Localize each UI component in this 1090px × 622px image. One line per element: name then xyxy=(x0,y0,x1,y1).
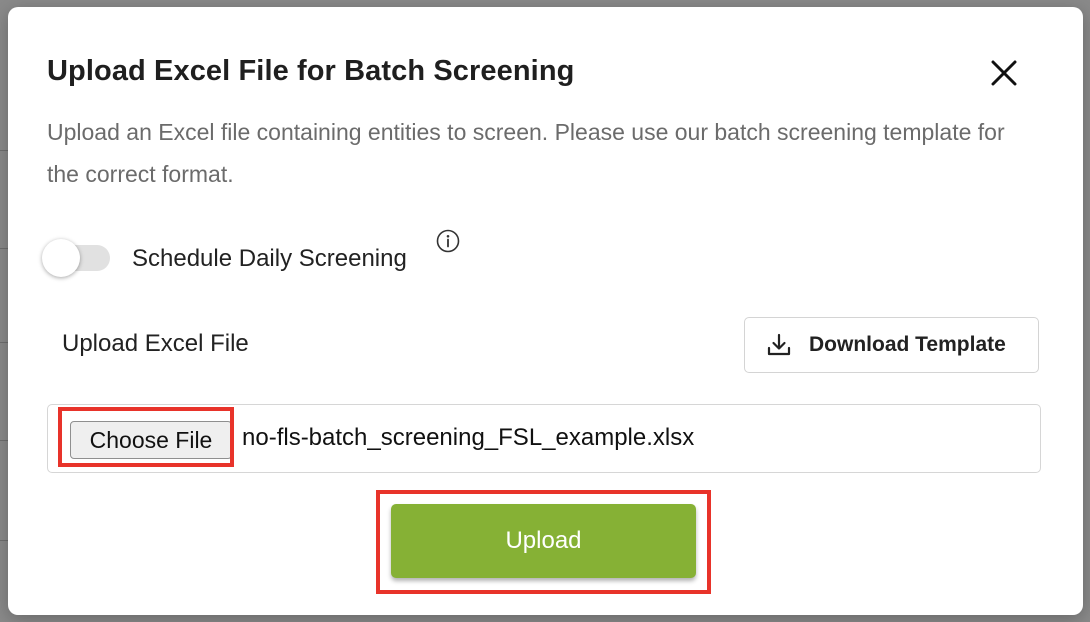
download-template-button[interactable]: Download Template xyxy=(744,317,1039,373)
upload-section-label: Upload Excel File xyxy=(62,330,249,357)
file-input[interactable]: Choose File no-fls-batch_screening_FSL_e… xyxy=(47,404,1041,473)
upload-button[interactable]: Upload xyxy=(391,504,696,578)
choose-file-button[interactable]: Choose File xyxy=(70,421,232,459)
schedule-toggle[interactable] xyxy=(42,239,110,277)
schedule-row: Schedule Daily Screening xyxy=(42,229,524,289)
toggle-knob xyxy=(42,239,80,277)
modal-description: Upload an Excel file containing entities… xyxy=(47,119,1005,187)
download-icon xyxy=(767,333,791,356)
info-icon[interactable] xyxy=(435,228,461,254)
close-button[interactable] xyxy=(986,55,1022,91)
upload-modal: Upload Excel File for Batch Screening Up… xyxy=(8,7,1083,615)
schedule-label: Schedule Daily Screening xyxy=(132,245,407,272)
download-template-label: Download Template xyxy=(809,333,1006,356)
close-icon xyxy=(991,60,1017,86)
modal-title: Upload Excel File for Batch Screening xyxy=(47,55,575,87)
selected-file-name: no-fls-batch_screening_FSL_example.xlsx xyxy=(242,424,695,451)
